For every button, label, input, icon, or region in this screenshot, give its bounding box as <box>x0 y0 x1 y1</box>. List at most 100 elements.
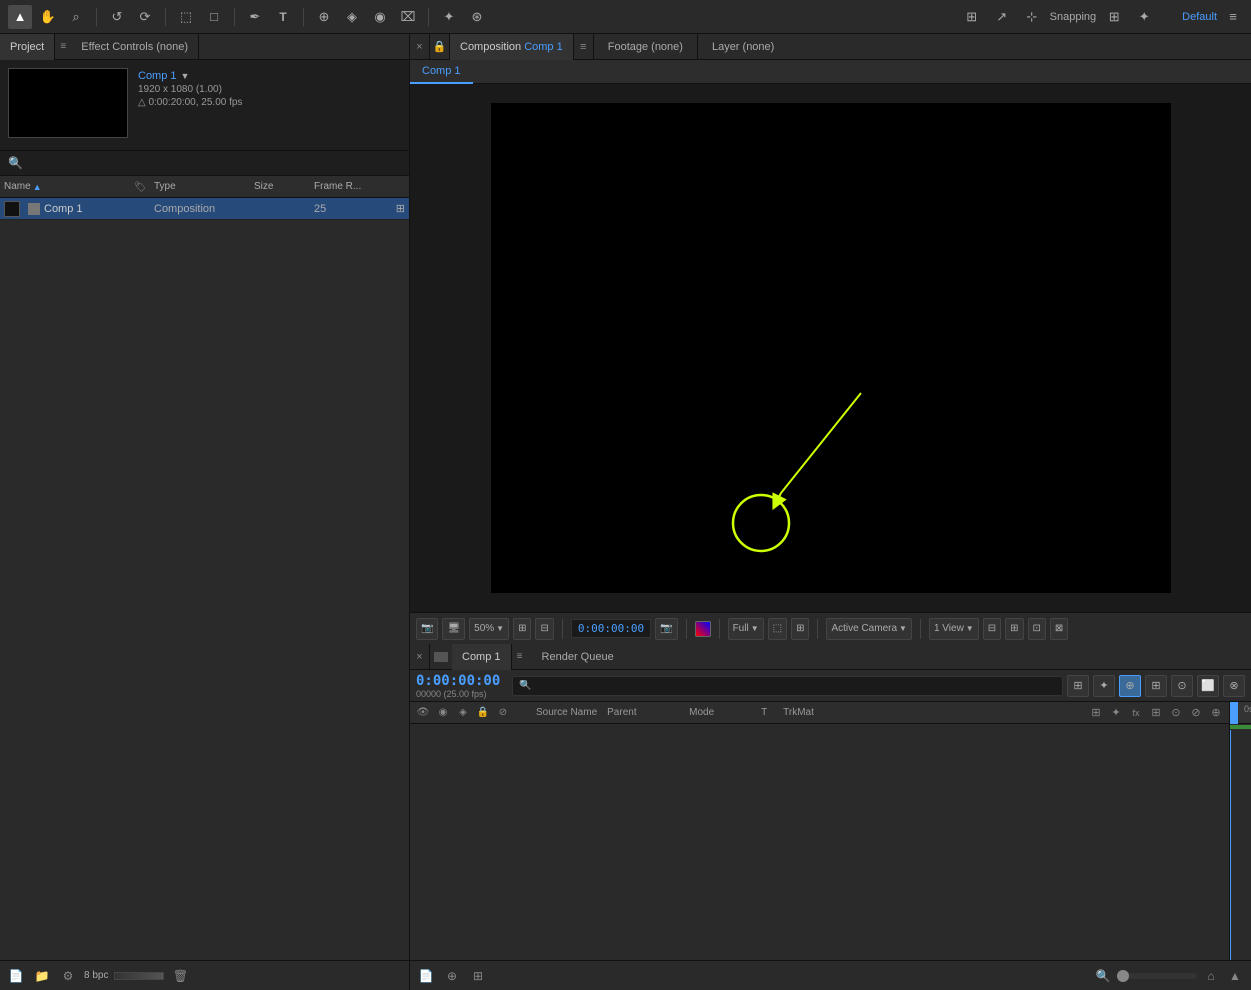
tl-btn-3[interactable]: ⊕ <box>1119 675 1141 697</box>
snap-options-btn[interactable]: ⊞ <box>1102 5 1126 29</box>
footer-btn-3[interactable]: ⊞ <box>468 966 488 986</box>
footer-navigate-btn[interactable]: ⌂ <box>1201 966 1221 986</box>
comp-main-tab[interactable]: Composition Comp 1 <box>450 34 574 60</box>
puppet-pin-btn[interactable]: ✦ <box>437 5 461 29</box>
camera-rotate-btn[interactable]: ⟳ <box>133 5 157 29</box>
camera-btn[interactable]: 📷 <box>655 618 677 640</box>
zoom-display[interactable]: 50% ▼ <box>469 618 509 640</box>
tab-project[interactable]: Project <box>0 34 55 60</box>
view-count-display[interactable]: 1 View ▼ <box>929 618 979 640</box>
footer-btn-2[interactable]: ⊕ <box>442 966 462 986</box>
mask-tool-btn[interactable]: ⬚ <box>174 5 198 29</box>
preview-dropdown-arrow[interactable]: ▼ <box>181 71 190 81</box>
timeline-tab-menu[interactable]: ≡ <box>512 644 528 670</box>
comp-color-label <box>28 203 40 215</box>
tl-icon-6[interactable]: ⊕ <box>1207 704 1225 722</box>
col-lock-icon[interactable]: 🔒 <box>474 704 492 722</box>
text-tool-btn[interactable]: T <box>271 5 295 29</box>
color-picker-btn[interactable] <box>695 621 711 637</box>
separator-4 <box>303 8 304 26</box>
col-shy-icon[interactable]: ⊘ <box>494 704 512 722</box>
tl-icon-2[interactable]: ✦ <box>1107 704 1125 722</box>
anchor-point-btn[interactable]: ⊕ <box>312 5 336 29</box>
tl-btn-6[interactable]: ⬜ <box>1197 675 1219 697</box>
col-eye-icon[interactable]: 👁 <box>414 704 432 722</box>
project-item-comp1[interactable]: Comp 1 Composition 25 ⊞ <box>0 198 409 220</box>
tl-btn-4[interactable]: ⊞ <box>1145 675 1167 697</box>
col-audio-icon[interactable]: ◉ <box>434 704 452 722</box>
comp-view-btn4[interactable]: ⊠ <box>1050 618 1068 640</box>
tl-icon-5[interactable]: ⊘ <box>1187 704 1205 722</box>
transparency-btn[interactable]: ⊞ <box>791 618 809 640</box>
new-item-btn[interactable]: 📄 <box>6 966 26 986</box>
comp-icon <box>4 201 20 217</box>
footer-btn-1[interactable]: 📄 <box>416 966 436 986</box>
paint-brush-btn[interactable]: ◈ <box>340 5 364 29</box>
quality-display[interactable]: Full ▼ <box>728 618 764 640</box>
timeline-tab-comp1[interactable]: Comp 1 <box>452 644 512 670</box>
delete-btn[interactable]: 🗑 <box>170 966 190 986</box>
hand-tool-btn[interactable]: ✋ <box>36 5 60 29</box>
render-queue-tab[interactable]: Render Queue <box>532 644 624 670</box>
tl-btn-5[interactable]: ⊙ <box>1171 675 1193 697</box>
clone-stamp-btn[interactable]: ◉ <box>368 5 392 29</box>
viewer-tab-comp1[interactable]: Comp 1 <box>410 60 473 84</box>
comp-settings-btn[interactable]: ⚙ <box>58 966 78 986</box>
snap-feather-btn[interactable]: ✦ <box>1132 5 1156 29</box>
tl-icon-fx[interactable]: fx <box>1127 704 1145 722</box>
comp-canvas <box>491 103 1171 593</box>
monitor-btn[interactable]: 🖥 <box>442 618 465 640</box>
selection-tool-btn[interactable]: ▲ <box>8 5 32 29</box>
project-search-input[interactable] <box>27 157 401 169</box>
tl-btn-2[interactable]: ✦ <box>1093 675 1115 697</box>
tl-ruler: 0s 02s 04s 06s <box>1230 702 1251 723</box>
tl-icon-3[interactable]: ⊞ <box>1147 704 1165 722</box>
top-toolbar: ▲ ✋ ⌕ ↺ ⟳ ⬚ □ ✒ T ⊕ ◈ ◉ ⌧ ✦ ⊛ ⊞ ↗ ⊹ Snap… <box>0 0 1251 34</box>
footage-tab[interactable]: Footage (none) <box>594 34 698 60</box>
panel-tabs: Project ≡ Effect Controls (none) <box>0 34 409 60</box>
tl-btn-1[interactable]: ⊞ <box>1067 675 1089 697</box>
tl-btn-7[interactable]: ⊗ <box>1223 675 1245 697</box>
snapping-icon-btn[interactable]: ⊞ <box>960 5 984 29</box>
comp-view-btn3[interactable]: ⊡ <box>1028 618 1046 640</box>
comp-view-btn2[interactable]: ⊞ <box>1005 618 1023 640</box>
comp-panel-close[interactable]: × <box>410 34 430 60</box>
footer-nav-2[interactable]: ▲ <box>1225 966 1245 986</box>
footer-zoom-btn[interactable]: 🔍 <box>1093 966 1113 986</box>
layer-tab-label: Layer (none) <box>712 41 774 53</box>
region-btn[interactable]: ⬚ <box>768 618 787 640</box>
timeline-zoom-slider[interactable] <box>1117 973 1197 979</box>
timeline-search-input[interactable] <box>512 676 1063 696</box>
view-count-label: 1 View <box>934 623 964 634</box>
puppet-starch-btn[interactable]: ⊛ <box>465 5 489 29</box>
work-area-bar <box>1230 725 1251 729</box>
col-solo-icon[interactable]: ◈ <box>454 704 472 722</box>
comp-view-btn1[interactable]: ⊟ <box>983 618 1001 640</box>
zoom-value: 50% <box>474 623 494 634</box>
new-folder-btn[interactable]: 📁 <box>32 966 52 986</box>
comp-tab-menu-btn[interactable]: ≡ <box>574 34 594 60</box>
layer-tab[interactable]: Layer (none) <box>698 34 788 60</box>
current-time[interactable]: 0:00:00:00 <box>416 673 500 689</box>
project-tab-menu[interactable]: ≡ <box>55 34 71 60</box>
tl-icon-4[interactable]: ⊙ <box>1167 704 1185 722</box>
eraser-btn[interactable]: ⌧ <box>396 5 420 29</box>
grid-overlay-btn[interactable]: ⊟ <box>535 618 553 640</box>
tab-effect-controls[interactable]: Effect Controls (none) <box>71 34 199 60</box>
snapshot-btn[interactable]: 📷 <box>416 618 438 640</box>
comp-timecode[interactable]: 0:00:00:00 <box>571 619 651 638</box>
undo-btn[interactable]: ↺ <box>105 5 129 29</box>
active-camera-display[interactable]: Active Camera ▼ <box>826 618 912 640</box>
col-type-header: Type <box>154 181 254 192</box>
workspace-menu-btn[interactable]: ≡ <box>1223 7 1243 27</box>
pen-tool-btn[interactable]: ✒ <box>243 5 267 29</box>
col-src-name: Source Name <box>532 707 601 718</box>
tl-icon-1[interactable]: ⊞ <box>1087 704 1105 722</box>
viewer-tab-label: Comp 1 <box>422 65 461 77</box>
snap-toggle-btn[interactable]: ↗ <box>990 5 1014 29</box>
shape-tool-btn[interactable]: □ <box>202 5 226 29</box>
fit-btn[interactable]: ⊞ <box>513 618 531 640</box>
grid-btn[interactable]: ⊹ <box>1020 5 1044 29</box>
zoom-tool-btn[interactable]: ⌕ <box>64 5 88 29</box>
timeline-close-btn[interactable]: × <box>410 644 430 670</box>
